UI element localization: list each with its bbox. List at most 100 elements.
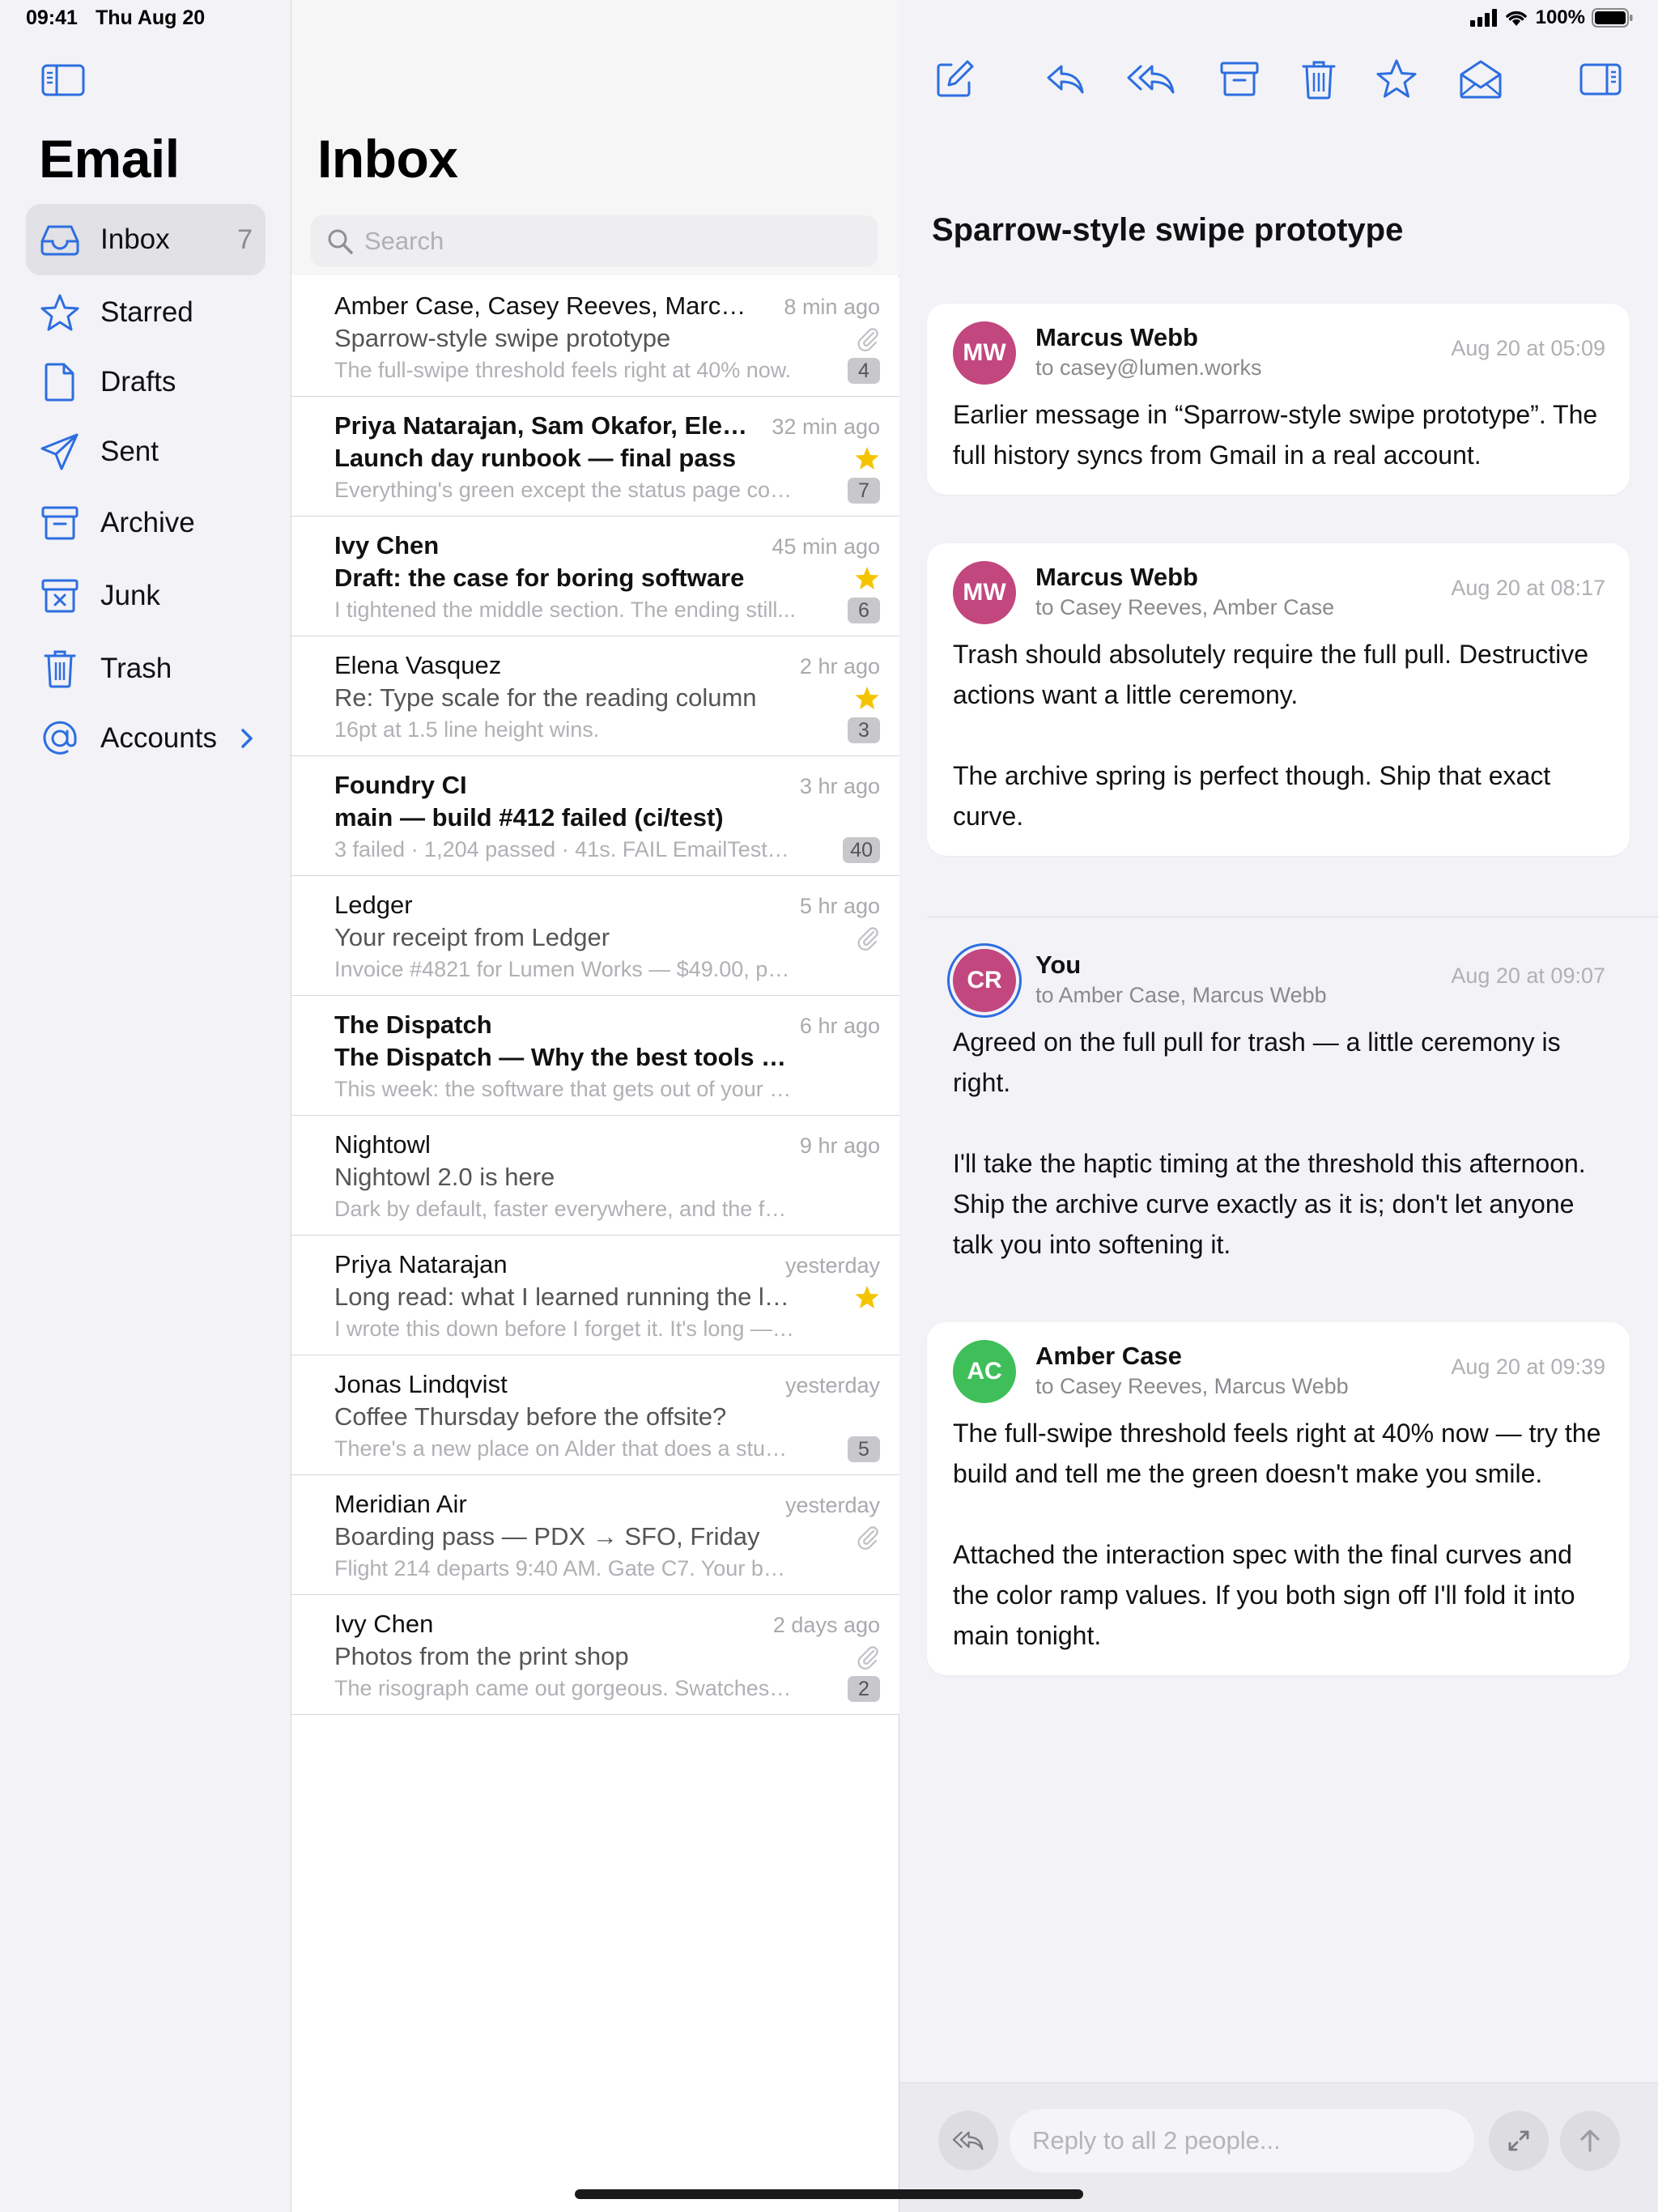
message-time: 2 hr ago bbox=[799, 654, 880, 678]
message-preview: This week: the software that gets out of… bbox=[334, 1077, 796, 1101]
reply-icon[interactable] bbox=[1042, 57, 1087, 102]
message-row[interactable]: Ivy Chen 2 days ago Photos from the prin… bbox=[291, 1595, 899, 1715]
thread-count-badge: 2 bbox=[848, 1676, 880, 1702]
sidebar: Email Inbox 7 Starred Drafts Sent Archiv… bbox=[0, 0, 291, 2212]
message-card[interactable]: AC Amber Case to Casey Reeves, Marcus We… bbox=[927, 1322, 1630, 1675]
own-message[interactable]: CR You to Amber Case, Marcus Webb Aug 20… bbox=[927, 931, 1630, 1271]
message-row[interactable]: Meridian Air yesterday Boarding pass — P… bbox=[291, 1475, 899, 1595]
message-preview: The risograph came out gorgeous. Swatche… bbox=[334, 1676, 796, 1700]
battery-icon bbox=[1592, 8, 1633, 28]
chevron-right-icon bbox=[236, 726, 257, 751]
search-bar[interactable] bbox=[311, 215, 878, 267]
home-indicator[interactable] bbox=[575, 2189, 1083, 2199]
message-preview: Flight 214 departs 9:40 AM. Gate C7. You… bbox=[334, 1556, 796, 1580]
thread-count-badge: 7 bbox=[848, 478, 880, 504]
reply-input[interactable] bbox=[1010, 2109, 1474, 2172]
message-preview: The full-swipe threshold feels right at … bbox=[334, 358, 792, 382]
document-icon bbox=[39, 361, 81, 403]
message-recipients: to Amber Case, Marcus Webb bbox=[1035, 983, 1327, 1007]
message-row[interactable]: Ivy Chen 45 min ago Draft: the case for … bbox=[291, 517, 899, 691]
message-preview: I tightened the middle section. The endi… bbox=[334, 598, 796, 622]
message-preview: Everything's green except the status pag… bbox=[334, 478, 796, 502]
sidebar-item-drafts[interactable]: Drafts bbox=[26, 347, 266, 418]
battery-percent: 100% bbox=[1535, 6, 1585, 28]
message-row[interactable]: Ledger 5 hr ago Your receipt from Ledger… bbox=[291, 876, 899, 996]
reading-pane: Sparrow-style swipe prototype MW Marcus … bbox=[899, 0, 1658, 2212]
message-subject: Draft: the case for boring software bbox=[334, 564, 745, 592]
message-sender: Marcus Webb bbox=[1035, 563, 1198, 591]
message-preview: I wrote this down before I forget it. It… bbox=[334, 1317, 796, 1341]
sidebar-item-label: Trash bbox=[100, 653, 172, 684]
message-sender: Priya Natarajan, Sam Okafor, Elena Vasqu… bbox=[334, 411, 755, 440]
message-list-pane: Inbox Amber Case, Casey Reeves, Marcus W… bbox=[291, 0, 899, 2212]
sidebar-right-icon[interactable] bbox=[1578, 57, 1623, 102]
message-time: 9 hr ago bbox=[799, 1134, 880, 1158]
sidebar-item-trash[interactable]: Trash bbox=[26, 633, 266, 704]
message-subject: Re: Type scale for the reading column bbox=[334, 683, 757, 712]
message-paragraph: The full-swipe threshold feels right at … bbox=[953, 1419, 1601, 1488]
archive-icon[interactable] bbox=[1217, 57, 1262, 102]
sidebar-item-accounts[interactable]: Accounts bbox=[26, 703, 266, 774]
message-sender: Elena Vasquez bbox=[334, 651, 502, 679]
sidebar-item-sent[interactable]: Sent bbox=[26, 416, 266, 487]
message-date: Aug 20 at 05:09 bbox=[1451, 336, 1605, 360]
message-subject: Coffee Thursday before the offsite? bbox=[334, 1402, 727, 1431]
message-card[interactable]: MW Marcus Webb to casey@lumen.works Aug … bbox=[927, 304, 1630, 495]
message-sender: Amber Case bbox=[1035, 1342, 1182, 1370]
thread-count-badge: 3 bbox=[848, 717, 880, 743]
sidebar-item-label: Accounts bbox=[100, 722, 217, 754]
message-sender: Jonas Lindqvist bbox=[334, 1370, 508, 1398]
star-filled-icon bbox=[854, 565, 880, 591]
search-input[interactable] bbox=[363, 223, 848, 259]
sidebar-item-junk[interactable]: Junk bbox=[26, 560, 266, 632]
paperclip-icon bbox=[854, 1524, 880, 1550]
inbox-icon bbox=[39, 219, 81, 261]
message-body: The full-swipe threshold feels right at … bbox=[953, 1413, 1609, 1656]
message-sender: Amber Case, Casey Reeves, Marcus Webb bbox=[334, 291, 755, 320]
sidebar-item-label: Sent bbox=[100, 436, 159, 467]
star-icon[interactable] bbox=[1374, 57, 1419, 102]
message-row[interactable]: Priya Natarajan yesterday Long read: wha… bbox=[291, 1236, 899, 1355]
message-time: 45 min ago bbox=[772, 534, 880, 559]
sidebar-toggle-icon[interactable] bbox=[40, 63, 86, 97]
message-subject: Boarding pass — PDX → SFO, Friday bbox=[334, 1522, 760, 1551]
message-sender: Meridian Air bbox=[334, 1490, 467, 1518]
inbox-count: 7 bbox=[237, 223, 253, 255]
send-button[interactable] bbox=[1560, 2111, 1620, 2171]
status-date: Thu Aug 20 bbox=[96, 6, 206, 29]
message-row[interactable]: Foundry CI 3 hr ago main — build #412 fa… bbox=[291, 756, 899, 930]
message-time: 8 min ago bbox=[784, 295, 880, 319]
sidebar-item-starred[interactable]: Starred bbox=[26, 277, 266, 348]
message-row[interactable]: Priya Natarajan, Sam Okafor, Elena Vasqu… bbox=[291, 397, 899, 571]
message-time: 32 min ago bbox=[772, 415, 880, 439]
sidebar-item-label: Archive bbox=[100, 507, 195, 538]
trash-icon[interactable] bbox=[1296, 57, 1341, 102]
message-sender: Priya Natarajan bbox=[334, 1250, 508, 1278]
compose-icon[interactable] bbox=[932, 57, 977, 102]
message-row[interactable]: Amber Case, Casey Reeves, Marcus Webb 8 … bbox=[291, 277, 899, 397]
sidebar-item-inbox[interactable]: Inbox 7 bbox=[26, 204, 266, 275]
message-card[interactable]: MW Marcus Webb to Casey Reeves, Amber Ca… bbox=[927, 543, 1630, 856]
message-list: Amber Case, Casey Reeves, Marcus Webb 8 … bbox=[291, 277, 899, 1715]
sidebar-item-archive[interactable]: Archive bbox=[26, 487, 266, 559]
reply-all-button[interactable] bbox=[938, 2111, 998, 2171]
message-row[interactable]: Nightowl 9 hr ago Nightowl 2.0 is here D… bbox=[291, 1116, 899, 1236]
search-icon bbox=[328, 229, 353, 254]
message-row[interactable]: The Dispatch 6 hr ago The Dispatch — Why… bbox=[291, 996, 899, 1170]
message-time: 3 hr ago bbox=[799, 774, 880, 798]
status-indicators: 100% bbox=[1469, 6, 1634, 29]
mark-unread-icon[interactable] bbox=[1458, 57, 1503, 102]
message-date: Aug 20 at 09:07 bbox=[1451, 963, 1605, 988]
archive-box-icon bbox=[39, 502, 81, 544]
message-recipients: to Casey Reeves, Amber Case bbox=[1035, 595, 1335, 619]
reply-all-icon[interactable] bbox=[1126, 57, 1175, 102]
message-time: 5 hr ago bbox=[799, 894, 880, 918]
message-sender: Ivy Chen bbox=[334, 1610, 434, 1638]
junk-box-icon bbox=[39, 575, 81, 617]
status-bar: 09:41 Thu Aug 20 100% bbox=[0, 0, 1658, 39]
message-row[interactable]: Jonas Lindqvist yesterday Coffee Thursda… bbox=[291, 1355, 899, 1475]
expand-button[interactable] bbox=[1489, 2111, 1549, 2171]
star-filled-icon bbox=[854, 445, 880, 471]
message-row[interactable]: Elena Vasquez 2 hr ago Re: Type scale fo… bbox=[291, 636, 899, 756]
message-subject: Long read: what I learned running the la… bbox=[334, 1283, 796, 1311]
